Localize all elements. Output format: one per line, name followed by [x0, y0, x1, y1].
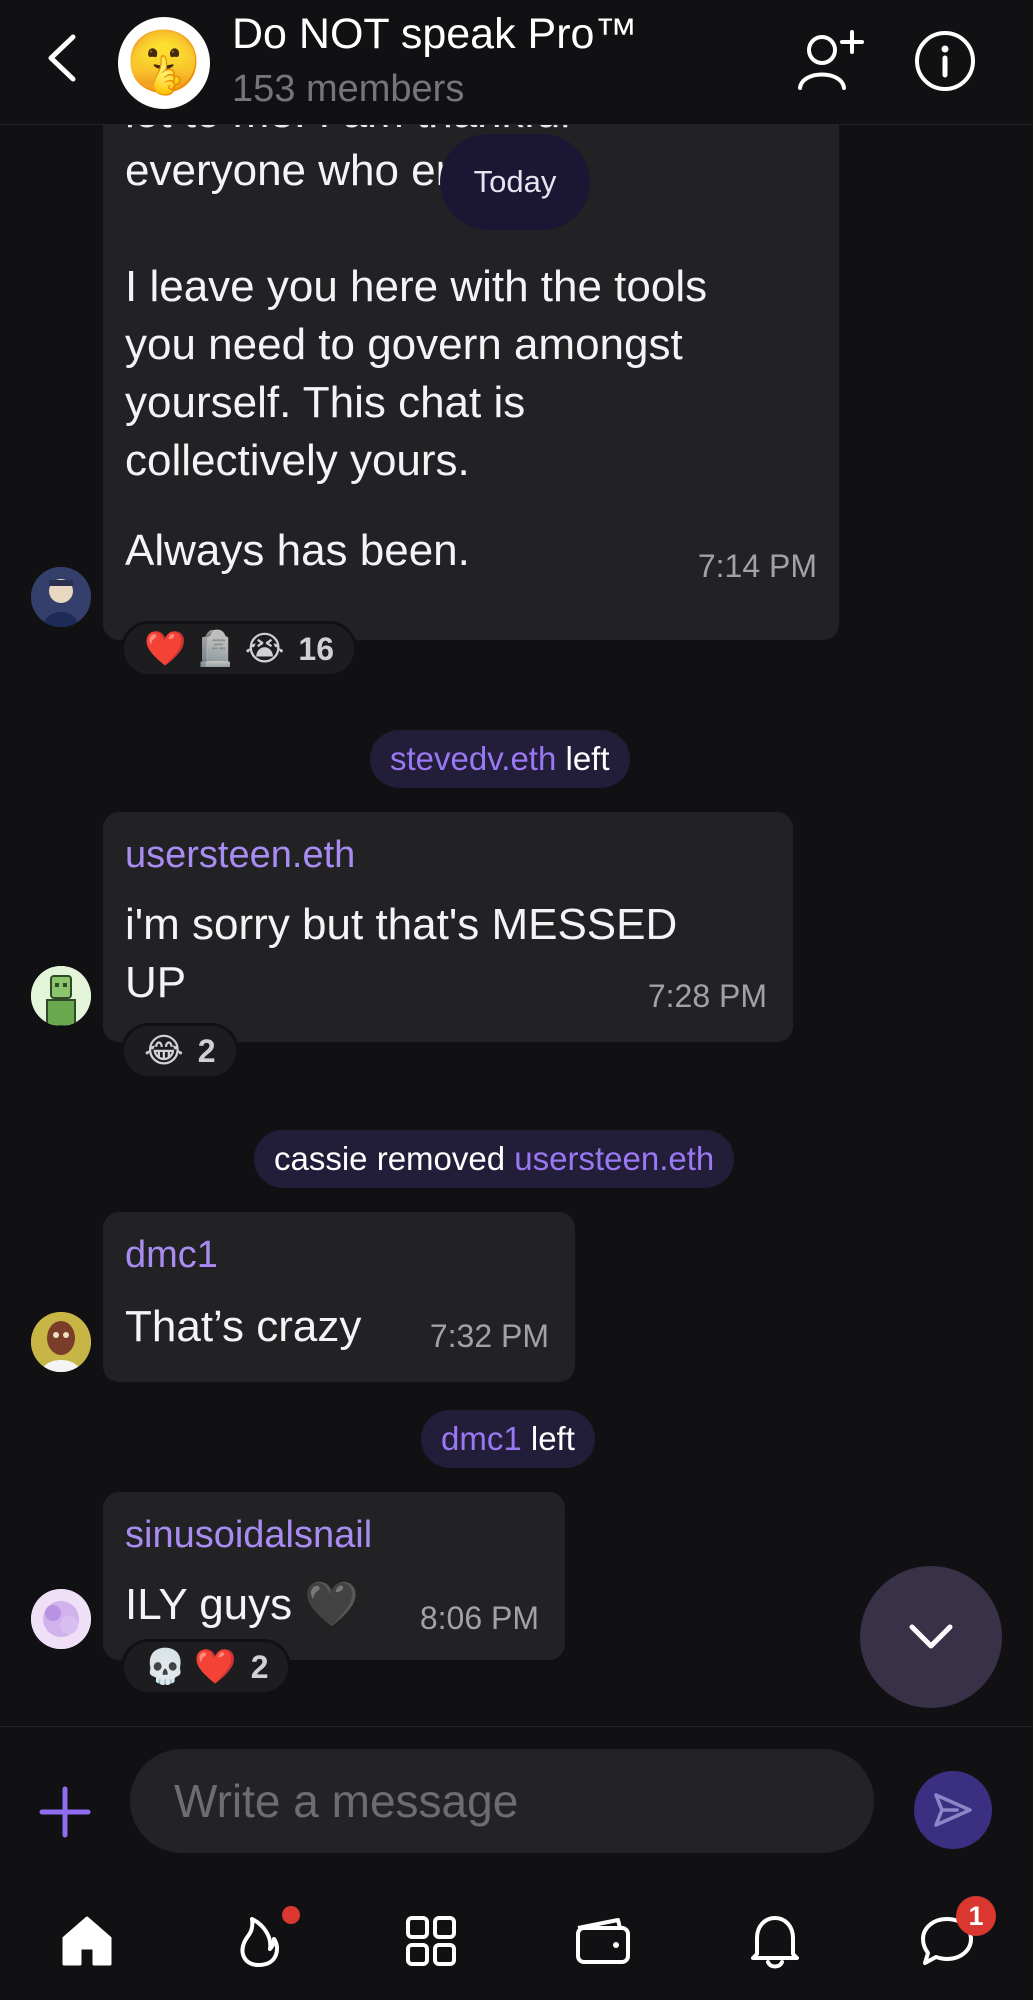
chat-header: 🤫 Do NOT speak Pro™ 153 members: [0, 0, 1033, 125]
message-time: 7:28 PM: [647, 978, 767, 1014]
message-text: That’s crazy: [125, 1302, 362, 1351]
bell-icon: [751, 1916, 799, 1969]
chevron-down-icon: [909, 1624, 953, 1649]
apps-grid-icon: [406, 1916, 456, 1966]
sender-name[interactable]: sinusoidalsnail: [125, 1514, 372, 1557]
plus-icon: [39, 1786, 91, 1838]
unread-badge: 1: [956, 1896, 996, 1936]
reaction-count: 2: [250, 1648, 269, 1685]
message-bubble[interactable]: usersteen.eth i'm sorry but that's MESSE…: [103, 812, 793, 1042]
send-icon: [934, 1793, 972, 1827]
chevron-left-icon: [48, 34, 76, 82]
message-time: 7:14 PM: [697, 548, 817, 584]
bottom-navigation: 1: [0, 1874, 1033, 2000]
skull-reaction[interactable]: 💀: [144, 1650, 186, 1684]
send-button[interactable]: [914, 1771, 992, 1849]
avatar-image: [31, 1312, 91, 1372]
sender-name[interactable]: dmc1: [125, 1234, 218, 1277]
sender-avatar[interactable]: [31, 1589, 91, 1649]
nav-messages[interactable]: 1: [912, 1896, 996, 1976]
message-text: Always has been.: [125, 526, 470, 575]
crying-face-reaction[interactable]: 😭: [245, 632, 285, 666]
nav-trending[interactable]: [224, 1906, 300, 1976]
system-username[interactable]: usersteen.eth: [514, 1140, 714, 1178]
sender-avatar[interactable]: [31, 567, 91, 627]
add-member-button[interactable]: [796, 30, 864, 92]
heart-reaction[interactable]: ❤️: [144, 632, 186, 666]
info-icon: [915, 31, 975, 91]
reaction-count: 16: [298, 630, 335, 667]
nav-wallet[interactable]: [568, 1906, 638, 1976]
reaction-bar[interactable]: 😂 2: [121, 1023, 239, 1079]
message-text: I leave you here with the tools you need…: [125, 262, 708, 485]
group-title[interactable]: Do NOT speak Pro™: [232, 10, 637, 59]
attach-button[interactable]: [36, 1783, 94, 1841]
scroll-to-bottom-button[interactable]: [860, 1566, 1002, 1708]
system-event: dmc1 left: [421, 1410, 595, 1468]
notification-dot: [282, 1906, 300, 1924]
nav-home[interactable]: [52, 1906, 122, 1976]
home-icon: [62, 1916, 112, 1966]
info-button[interactable]: [914, 30, 976, 92]
message-bubble[interactable]: sinusoidalsnail ILY guys 🖤 8:06 PM: [103, 1492, 565, 1660]
avatar-image: [31, 966, 91, 1026]
reaction-count: 2: [197, 1032, 216, 1069]
message-list[interactable]: Today lot to me. I am thankful everyone …: [0, 124, 1033, 1726]
date-divider: Today: [440, 134, 590, 230]
message-input[interactable]: [130, 1749, 874, 1853]
system-action: left: [556, 740, 610, 777]
laughing-face-reaction[interactable]: 😂: [144, 1034, 184, 1068]
reaction-bar[interactable]: 💀 ❤️ 2: [121, 1639, 292, 1695]
system-username[interactable]: stevedv.eth: [390, 740, 556, 778]
avatar-image: [31, 1589, 91, 1649]
flame-icon: [240, 1917, 279, 1967]
member-count: 153 members: [232, 68, 465, 110]
message-time: 8:06 PM: [419, 1600, 539, 1636]
sender-avatar[interactable]: [31, 966, 91, 1026]
back-button[interactable]: [36, 28, 86, 88]
system-username[interactable]: dmc1: [441, 1420, 522, 1458]
nav-notifications[interactable]: [740, 1906, 810, 1976]
shushing-face-icon: 🤫: [125, 28, 203, 97]
system-event: cassie removed usersteen.eth: [254, 1130, 735, 1188]
message-composer: [0, 1726, 1033, 1875]
reaction-bar[interactable]: ❤️ 🪦 😭 16: [121, 621, 358, 677]
message-text: ILY guys 🖤: [125, 1580, 360, 1629]
headstone-reaction[interactable]: 🪦: [194, 632, 236, 666]
heart-reaction[interactable]: ❤️: [194, 1650, 236, 1684]
sender-name[interactable]: usersteen.eth: [125, 834, 355, 877]
wallet-icon: [576, 1918, 630, 1964]
message-time: 7:32 PM: [429, 1318, 549, 1354]
system-event: stevedv.eth left: [370, 730, 630, 788]
nav-apps[interactable]: [396, 1906, 466, 1976]
avatar-image: [31, 567, 91, 627]
system-action: cassie removed: [274, 1140, 515, 1177]
group-avatar[interactable]: 🤫: [118, 17, 210, 109]
sender-avatar[interactable]: [31, 1312, 91, 1372]
system-action: left: [521, 1420, 575, 1457]
add-person-icon: [798, 30, 864, 90]
message-bubble[interactable]: dmc1 That’s crazy 7:32 PM: [103, 1212, 575, 1382]
message-text: i'm sorry but that's MESSED UP: [125, 900, 678, 1007]
